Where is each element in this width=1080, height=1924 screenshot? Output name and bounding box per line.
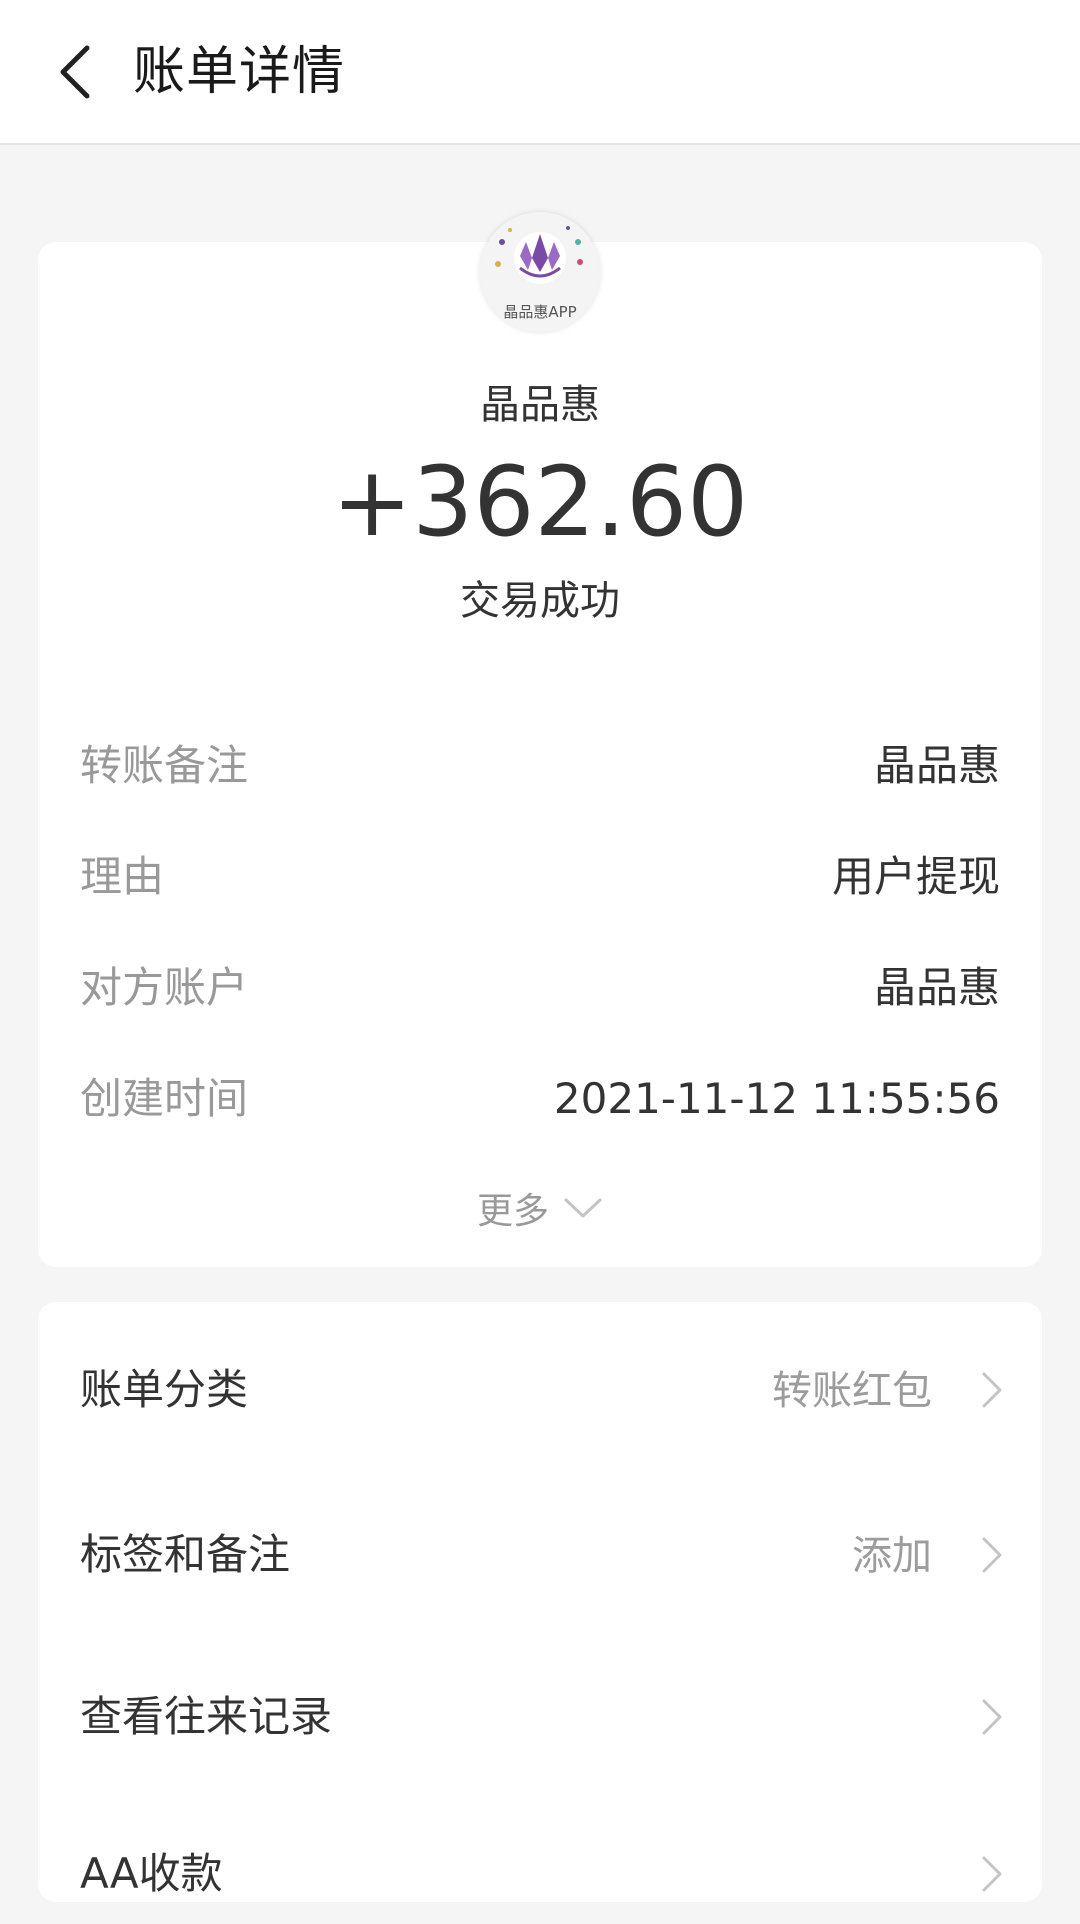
action-row-tags-and-notes[interactable]: 标签和备注 添加: [38, 1505, 1042, 1605]
logo-caption: 晶品惠APP: [503, 303, 577, 321]
transaction-status: 交易成功: [460, 578, 620, 624]
merchant-avatar[interactable]: 晶品惠APP: [480, 212, 600, 332]
top-bar: 账单详情: [0, 0, 1080, 145]
chevron-right-icon: [982, 1699, 1002, 1735]
chevron-right-icon: [982, 1372, 1002, 1408]
back-button[interactable]: [30, 30, 120, 114]
detail-label: 转账备注: [80, 741, 249, 790]
more-label: 更多: [476, 1191, 549, 1232]
detail-value: 2021-11-12 11:55:56: [553, 1074, 1000, 1123]
detail-value: 晶品惠: [873, 741, 1000, 790]
chevron-down-icon: [564, 1198, 602, 1218]
detail-label: 对方账户: [80, 963, 249, 1012]
action-label: 查看往来记录: [80, 1692, 333, 1741]
detail-row-created-time: 创建时间 2021-11-12 11:55:56: [80, 1069, 1000, 1129]
back-arrow-icon: [60, 45, 90, 99]
detail-row-reason: 理由 用户提现: [80, 847, 1000, 907]
merchant-name: 晶品惠: [480, 382, 600, 428]
action-label: 标签和备注: [80, 1530, 291, 1579]
action-row-bill-category[interactable]: 账单分类 转账红包: [38, 1340, 1042, 1440]
action-value: 转账红包: [772, 1368, 932, 1414]
chevron-right-icon: [982, 1537, 1002, 1573]
action-row-aa-collection[interactable]: AA收款: [38, 1824, 1042, 1924]
action-label: 账单分类: [80, 1365, 249, 1414]
chevron-right-icon: [982, 1856, 1002, 1892]
action-value: 添加: [852, 1533, 932, 1579]
detail-label: 理由: [80, 852, 165, 901]
page-title: 账单详情: [133, 42, 346, 102]
actions-card: 账单分类 转账红包 标签和备注 添加 查看往来记录 AA收款: [38, 1302, 1042, 1902]
detail-row-counterparty-account: 对方账户 晶品惠: [80, 958, 1000, 1018]
transaction-amount: +362.60: [331, 446, 749, 558]
detail-value: 用户提现: [831, 852, 1000, 901]
detail-value: 晶品惠: [873, 963, 1000, 1012]
transaction-summary-card: 晶品惠APP 晶品惠 +362.60 交易成功 转账备注 晶品惠 理由 用户提现…: [38, 212, 1042, 1267]
action-label: AA收款: [80, 1849, 223, 1898]
detail-row-transfer-note: 转账备注 晶品惠: [80, 736, 1000, 796]
action-row-view-history[interactable]: 查看往来记录: [38, 1667, 1042, 1767]
detail-label: 创建时间: [80, 1074, 249, 1123]
more-toggle-button[interactable]: 更多: [38, 1180, 1042, 1236]
